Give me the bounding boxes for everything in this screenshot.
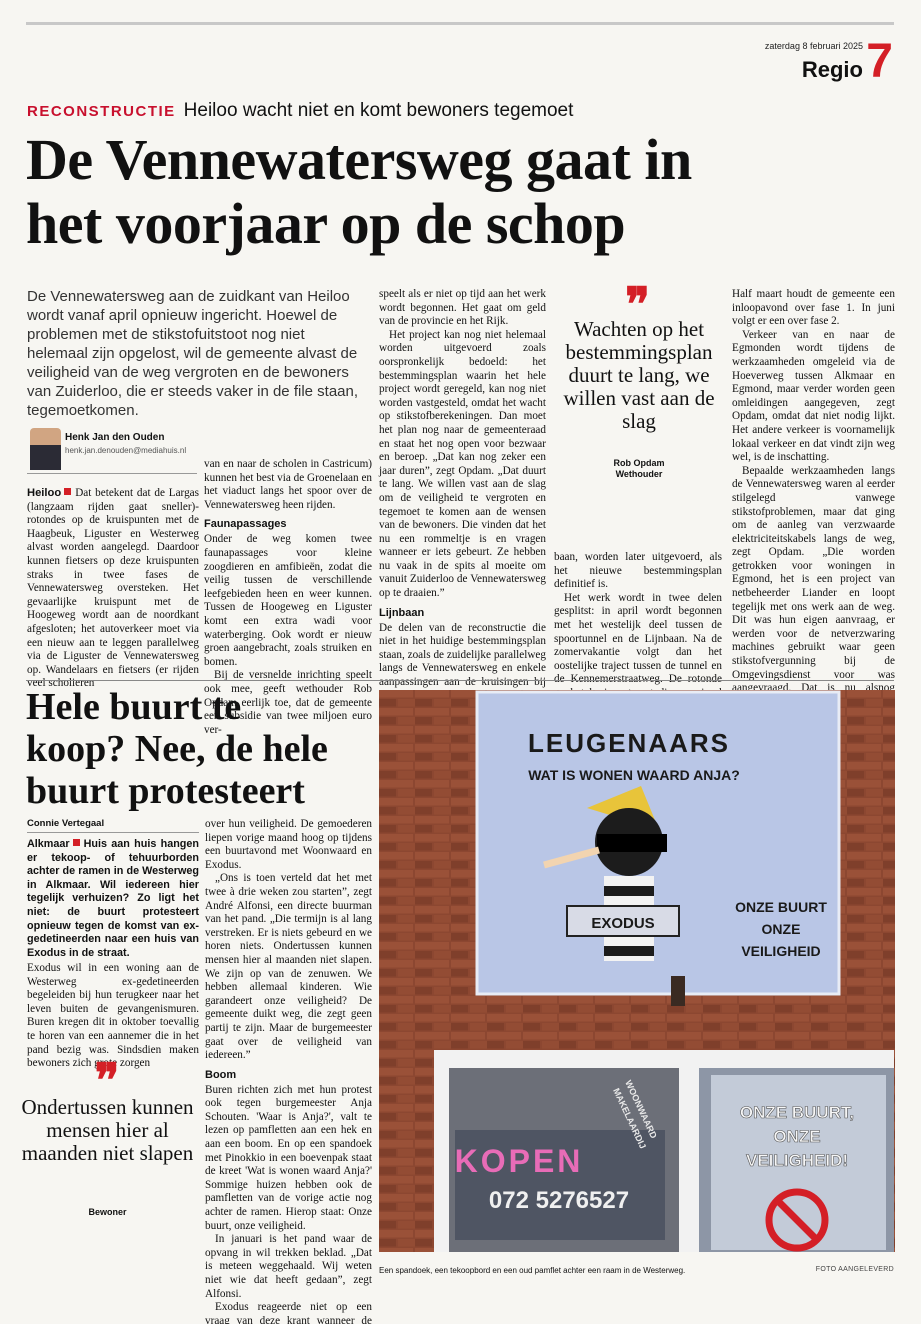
- column-text: speelt als er niet op tijd aan het werk …: [379, 288, 546, 328]
- column-text: Buren richten zich met hun protest ook t…: [205, 1083, 372, 1232]
- column-text: over hun veiligheid. De gemoederen liepe…: [205, 818, 372, 871]
- column-text: Het project kan nog niet helemaal worden…: [379, 328, 546, 600]
- quote-role: Wethouder: [615, 469, 663, 479]
- lead-paragraph-2: Alkmaar Huis aan huis hangen er tekoop- o…: [27, 838, 199, 960]
- section-name: Regio: [801, 57, 863, 82]
- lead-text-2: Huis aan huis hangen er tekoop- of tehuu…: [27, 838, 199, 959]
- article-divider: [26, 680, 894, 681]
- kicker-label: RECONSTRUCTIE: [27, 103, 176, 120]
- column-text: baan, worden later uitgevoerd, als het n…: [554, 551, 722, 591]
- headline-line-2: het voorjaar op de schop: [26, 191, 626, 256]
- banner-slogan-1: ONZE BUURT: [735, 899, 827, 915]
- pull-quote-2: Ondertussen kunnen mensen hier al maande…: [21, 1095, 194, 1165]
- column-text: Exodus reageerde niet op een vraag van d…: [205, 1301, 372, 1324]
- dateline-square-icon: [64, 488, 72, 495]
- banner-slogan-2: ONZE: [762, 921, 801, 937]
- headline: De Vennewatersweg gaat in het voorjaar o…: [26, 128, 886, 256]
- column-text: Half maart houdt de gemeente een inloopa…: [732, 288, 895, 328]
- window-sign-phone: 072 5276527: [489, 1187, 629, 1214]
- column-text: Dat betekent dat de Largas (langzaam rij…: [27, 487, 199, 690]
- dateline-place: Heiloo: [27, 487, 62, 499]
- byline-rule: [27, 473, 197, 474]
- column-text: In januari is het pand waar de opvang in…: [205, 1233, 372, 1300]
- column-text: Verkeer van en naar de Egmonden wordt ti…: [732, 328, 895, 464]
- protest-photo-illustration: LEUGENAARS WAT IS WONEN WAARD ANJA? EXOD…: [379, 690, 895, 1252]
- author-name-2: Connie Vertegaal: [27, 818, 105, 829]
- author-photo: [30, 428, 61, 470]
- banner-sign: EXODUS: [591, 915, 654, 932]
- author-email: henk.jan.denouden@mediahuis.nl: [65, 446, 187, 455]
- photo-caption: Een spandoek, een tekoopbord en een oud …: [379, 1266, 686, 1275]
- kicker-subtitle: Heiloo wacht niet en komt bewoners tegem…: [183, 100, 574, 121]
- article1-column-1: Heiloo Dat betekent dat de Largas (langza…: [27, 487, 199, 691]
- window-poster-3: VEILIGHEID!: [746, 1151, 848, 1170]
- intro-paragraph: De Vennewatersweg aan de zuidkant van He…: [27, 288, 359, 419]
- kicker: RECONSTRUCTIE Heiloo wacht niet en komt b…: [27, 100, 573, 123]
- headline-2-line-2: koop? Nee, de hele: [26, 728, 328, 770]
- pull-quote: Wachten op het bestemmingsplan duurt te …: [563, 317, 715, 433]
- article2-column-2: over hun veiligheid. De gemoederen liepe…: [205, 818, 372, 1324]
- dateline-place-2: Alkmaar: [27, 838, 70, 850]
- quote-role-2: Bewoner: [88, 1207, 127, 1217]
- byline-rule-2: [27, 832, 199, 833]
- article1-column-3: speelt als er niet op tijd aan het werk …: [379, 288, 546, 703]
- column-text: Onder de weg komen twee faunapassages vo…: [204, 533, 372, 668]
- banner-slogan-3: VEILIGHEID: [741, 943, 820, 959]
- subheading-faunapassages: Faunapassages: [204, 518, 287, 531]
- photo-credit: FOTO AANGELEVERD: [815, 1266, 894, 1273]
- banner-subtitle: WAT IS WONEN WAARD ANJA?: [528, 767, 740, 783]
- headline-2-line-3: buurt protesteert: [26, 770, 305, 812]
- headline-line-1: De Vennewatersweg gaat in: [26, 127, 692, 192]
- dateline-square-icon: [72, 839, 80, 846]
- column-text: van en naar de scholen in Castricum) kun…: [204, 458, 372, 511]
- quote-name: Rob Opdam: [613, 458, 665, 468]
- top-rule: [26, 22, 894, 25]
- column-text: „Ons is toen verteld dat het met twee à …: [205, 872, 372, 1062]
- protest-photo: LEUGENAARS WAT IS WONEN WAARD ANJA? EXOD…: [379, 690, 895, 1252]
- headline-2-line-1: Hele buurt te: [26, 686, 242, 728]
- banner-title: LEUGENAARS: [528, 728, 730, 758]
- subheading-boom: Boom: [205, 1068, 237, 1081]
- subheading-lijnbaan: Lijnbaan: [379, 606, 425, 619]
- author-name: Henk Jan den Ouden: [65, 432, 165, 443]
- quote-attribution: Rob Opdam Wethouder: [553, 458, 725, 480]
- headline-2: Hele buurt te koop? Nee, de hele buurt p…: [26, 686, 371, 812]
- window-poster-1: ONZE BUURT,: [740, 1103, 854, 1122]
- issue-date: zaterdag 8 februari 2025: [764, 41, 863, 51]
- window-poster-2: ONZE: [773, 1127, 820, 1146]
- window-sign-kopen: KOPEN: [455, 1143, 584, 1179]
- page-number: 7: [866, 35, 893, 88]
